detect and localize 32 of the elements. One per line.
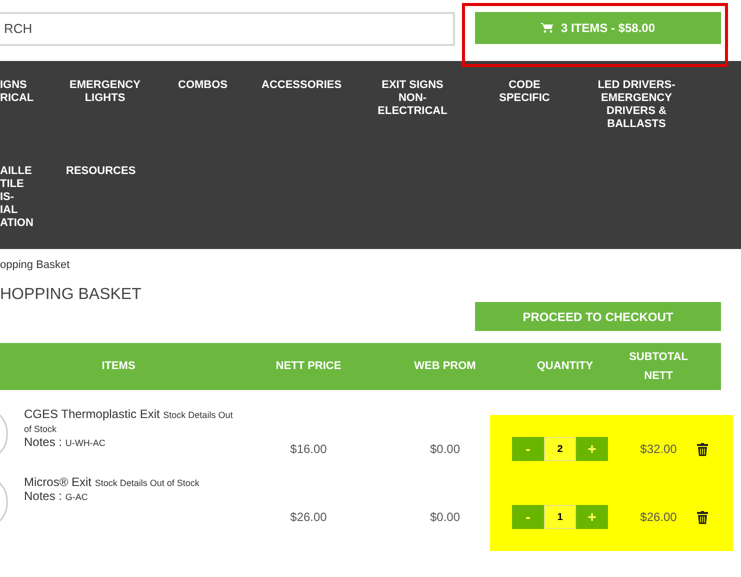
nav-link[interactable]: EXIT SIGNS NON-ELECTRICAL — [374, 79, 452, 118]
nav-link[interactable]: EMERGENCY LIGHTS — [66, 79, 144, 105]
column-header: SUBTOTAL NETT — [628, 350, 688, 384]
web-prom-price: $0.00 — [428, 442, 462, 456]
trash-icon[interactable] — [697, 442, 708, 456]
nav-link[interactable]: LED DRIVERS-EMERGENCY DRIVERS & BALLASTS — [598, 79, 676, 131]
column-header: NETT PRICE — [274, 359, 342, 374]
page-heading: HOPPING BASKET — [0, 286, 142, 304]
nav-link[interactable]: COMBOS — [178, 79, 228, 92]
nav-link[interactable]: ACCESSORIES — [262, 79, 340, 92]
column-header: QUANTITY — [536, 359, 594, 374]
column-header: WEB PROM — [413, 359, 477, 374]
trash-icon[interactable] — [697, 510, 708, 524]
nav-link[interactable]: IGNS RICAL — [0, 79, 32, 105]
quantity-field[interactable]: 1 — [544, 505, 576, 529]
nav-link[interactable]: AILLE TILE IS- IAL ATION — [0, 165, 32, 230]
product-name[interactable]: CGES Thermoplastic Exit Stock Details Out of Stock — [24, 408, 237, 436]
web-prom-price: $0.00 — [428, 510, 462, 524]
product-name[interactable]: Micros® Exit Stock Details Out of Stock — [24, 476, 200, 490]
nav-link[interactable]: RESOURCES — [66, 165, 136, 178]
breadcrumb[interactable]: opping Basket — [0, 249, 741, 281]
subtotal: $26.00 — [639, 510, 678, 524]
nav-link[interactable]: CODE SPECIFIC — [486, 79, 564, 105]
subtotal: $32.00 — [639, 442, 678, 456]
nett-price: $16.00 — [289, 442, 328, 456]
product-notes: Notes : U-WH-AC — [24, 436, 106, 450]
product-notes: Notes : G-AC — [24, 490, 89, 504]
column-header: ITEMS — [100, 359, 136, 374]
cart-icon — [540, 22, 553, 32]
search-field[interactable]: RCH — [0, 12, 455, 46]
nett-price: $26.00 — [289, 510, 328, 524]
quantity-field[interactable]: 2 — [544, 437, 576, 461]
